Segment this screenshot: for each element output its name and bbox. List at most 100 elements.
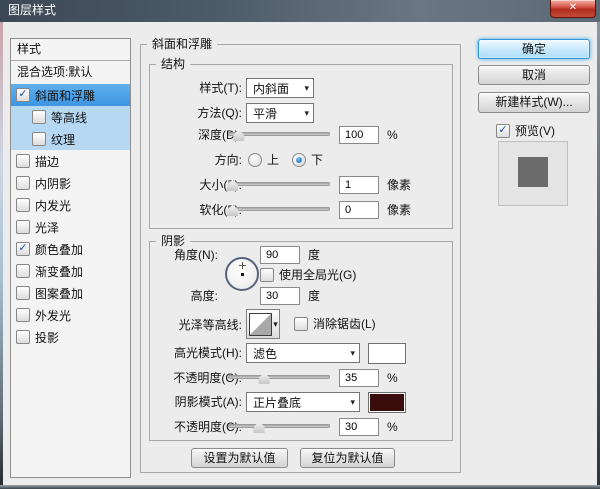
- close-icon: ✕: [568, 2, 578, 13]
- highlight-opacity-input[interactable]: [339, 369, 379, 387]
- slider-track: [228, 182, 330, 186]
- gloss-contour-picker[interactable]: ▾: [246, 309, 280, 339]
- anti-alias-checkbox[interactable]: [294, 317, 308, 331]
- bevel-emboss-panel: 斜面和浮雕 结构 样式(T): 内斜面 ▾ 方法(Q): 平滑 ▾ 深度(D):: [140, 36, 461, 473]
- style-checkbox[interactable]: [16, 154, 30, 168]
- sidebar-item[interactable]: 光泽: [11, 216, 130, 238]
- sidebar-item[interactable]: 图案叠加: [11, 282, 130, 304]
- sidebar-item[interactable]: 纹理: [11, 128, 130, 150]
- shadow-mode-dropdown[interactable]: 正片叠底 ▾: [246, 392, 360, 412]
- angle-input[interactable]: [260, 246, 300, 264]
- preview-label: 预览(V): [515, 124, 555, 138]
- titlebar[interactable]: 图层样式 ✕: [0, 0, 600, 22]
- size-input[interactable]: [339, 176, 379, 194]
- sidebar-item[interactable]: 内发光: [11, 194, 130, 216]
- shadow-opacity-unit: %: [387, 420, 398, 434]
- sidebar-item-label: 内发光: [35, 198, 72, 213]
- sidebar-item[interactable]: ✓ 斜面和浮雕: [11, 84, 130, 106]
- style-checkbox[interactable]: [16, 286, 30, 300]
- style-checkbox[interactable]: [32, 132, 46, 146]
- sidebar-item[interactable]: ✓ 颜色叠加: [11, 238, 130, 260]
- chevron-down-icon: ▾: [350, 347, 355, 358]
- sidebar-item-label: 斜面和浮雕: [35, 88, 96, 103]
- anti-alias-option[interactable]: 消除锯齿(L): [294, 317, 376, 331]
- highlight-mode-value: 滤色: [253, 346, 278, 361]
- depth-slider[interactable]: [228, 127, 330, 143]
- style-checkbox[interactable]: [16, 176, 30, 190]
- style-checkbox[interactable]: [16, 308, 30, 322]
- preview-option[interactable]: ✓ 预览(V): [496, 122, 555, 139]
- direction-up-option[interactable]: 上: [248, 153, 279, 167]
- sidebar-item[interactable]: 内阴影: [11, 172, 130, 194]
- sidebar-item[interactable]: 外发光: [11, 304, 130, 326]
- direction-up-label: 上: [267, 153, 280, 167]
- preview-thumbnail: [498, 141, 568, 206]
- style-checkbox[interactable]: [16, 330, 30, 344]
- technique-label: 方法(Q):: [197, 106, 242, 120]
- structure-group: 结构 样式(T): 内斜面 ▾ 方法(Q): 平滑 ▾ 深度(D): %: [149, 56, 453, 229]
- shadow-opacity-slider[interactable]: [228, 419, 330, 435]
- technique-dropdown[interactable]: 平滑 ▾: [246, 103, 314, 123]
- depth-input[interactable]: [339, 126, 379, 144]
- sidebar-item[interactable]: 投影: [11, 326, 130, 348]
- chevron-down-icon: ▾: [273, 318, 278, 329]
- chevron-down-icon: ▾: [304, 107, 309, 118]
- panel-title: 斜面和浮雕: [147, 36, 218, 52]
- preview-checkbox[interactable]: ✓: [496, 123, 510, 138]
- angle-unit: 度: [308, 248, 321, 262]
- soften-slider[interactable]: [227, 202, 330, 218]
- sidebar-item[interactable]: 等高线: [11, 106, 130, 128]
- style-checkbox[interactable]: [32, 110, 46, 124]
- sidebar-item-label: 光泽: [35, 220, 60, 235]
- shadow-color-swatch[interactable]: [368, 392, 406, 413]
- sidebar-item-label: 颜色叠加: [35, 242, 84, 257]
- sidebar-item-label: 外发光: [35, 308, 72, 323]
- style-checkbox[interactable]: ✓: [16, 88, 30, 102]
- angle-label: 角度(N):: [174, 248, 218, 262]
- sidebar-item[interactable]: 描边: [11, 150, 130, 172]
- radio-down[interactable]: [292, 153, 306, 167]
- direction-down-option[interactable]: 下: [292, 153, 323, 167]
- use-global-light-option[interactable]: 使用全局光(G): [260, 268, 356, 282]
- direction-down-label: 下: [311, 153, 324, 167]
- style-label: 样式(T):: [199, 81, 242, 95]
- sidebar-items: ✓ 斜面和浮雕 等高线 纹理 描边 内阴影 内发光 光泽 ✓ 颜色叠加 渐变叠加…: [11, 84, 130, 348]
- sidebar-header: 样式: [11, 39, 130, 61]
- highlight-color-swatch[interactable]: [368, 343, 406, 364]
- size-slider[interactable]: [227, 177, 330, 193]
- sidebar-item-label: 等高线: [51, 110, 88, 125]
- depth-unit: %: [387, 128, 398, 142]
- gloss-contour-thumbnail: [249, 312, 272, 336]
- sidebar-item-label: 纹理: [51, 132, 76, 147]
- highlight-mode-dropdown[interactable]: 滤色 ▾: [246, 343, 360, 363]
- shadow-opacity-input[interactable]: [339, 418, 379, 436]
- chevron-down-icon: ▾: [304, 82, 309, 93]
- layer-style-dialog: 图层样式 ✕ 样式 混合选项:默认 ✓ 斜面和浮雕 等高线 纹理 描边 内阴影 …: [0, 0, 600, 489]
- highlight-opacity-slider[interactable]: [228, 370, 330, 386]
- styles-sidebar: 样式 混合选项:默认 ✓ 斜面和浮雕 等高线 纹理 描边 内阴影 内发光 光泽 …: [10, 38, 131, 478]
- altitude-input[interactable]: [260, 287, 300, 305]
- sidebar-item-label: 渐变叠加: [35, 264, 84, 279]
- soften-input[interactable]: [339, 201, 379, 219]
- new-style-button[interactable]: 新建样式(W)...: [478, 92, 590, 113]
- angle-pointer-icon: [239, 262, 246, 269]
- style-dropdown-value: 内斜面: [253, 81, 290, 96]
- ok-button[interactable]: 确定: [478, 39, 590, 59]
- angle-dial[interactable]: [225, 257, 259, 291]
- highlight-opacity-unit: %: [387, 371, 398, 385]
- altitude-unit: 度: [308, 289, 321, 303]
- use-global-light-checkbox[interactable]: [260, 268, 274, 282]
- style-checkbox[interactable]: ✓: [16, 242, 30, 256]
- cancel-button[interactable]: 取消: [478, 65, 590, 85]
- style-checkbox[interactable]: [16, 198, 30, 212]
- set-default-button[interactable]: 设置为默认值: [191, 448, 288, 468]
- style-checkbox[interactable]: [16, 220, 30, 234]
- style-dropdown[interactable]: 内斜面 ▾: [246, 78, 314, 98]
- close-button[interactable]: ✕: [550, 0, 596, 18]
- reset-default-button[interactable]: 复位为默认值: [300, 448, 395, 468]
- style-checkbox[interactable]: [16, 264, 30, 278]
- sidebar-item-blend-options[interactable]: 混合选项:默认: [11, 61, 130, 84]
- sidebar-item[interactable]: 渐变叠加: [11, 260, 130, 282]
- chevron-down-icon: ▾: [350, 396, 355, 407]
- radio-up[interactable]: [248, 153, 262, 167]
